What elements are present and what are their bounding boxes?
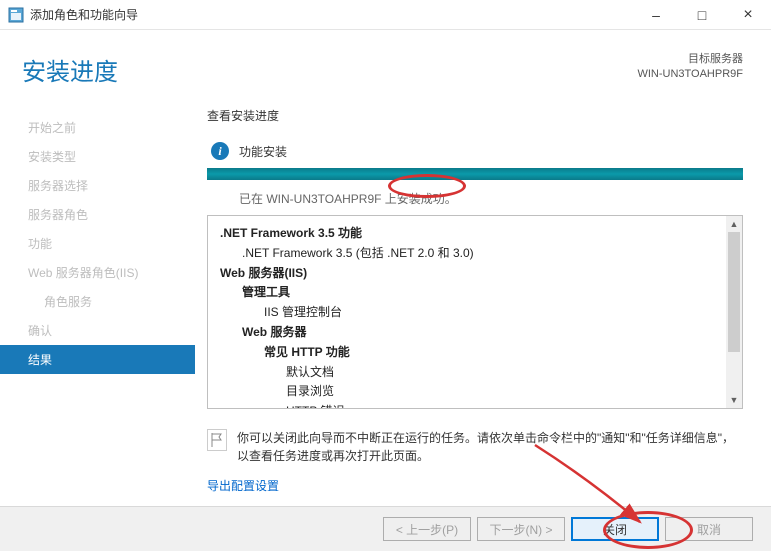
feature-item: .NET Framework 3.5 (包括 .NET 2.0 和 3.0) (220, 244, 730, 264)
feature-item: HTTP 错误 (220, 402, 730, 409)
wizard-steps: 开始之前安装类型服务器选择服务器角色功能Web 服务器角色(IIS)角色服务确认… (0, 95, 195, 495)
target-server-name: WIN-UN3TOAHPR9F (637, 67, 743, 82)
wizard-step: 服务器角色 (0, 200, 195, 229)
wizard-step: 开始之前 (0, 113, 195, 142)
install-status-text: 功能安装 (239, 143, 287, 160)
main-content: 查看安装进度 i 功能安装 已在 WIN-UN3TOAHPR9F 上安装成功。 … (195, 95, 771, 495)
wizard-step: 服务器选择 (0, 171, 195, 200)
window-controls: – □ × (633, 0, 771, 30)
wizard-step: 角色服务 (0, 287, 195, 316)
close-window-button[interactable]: × (725, 0, 771, 30)
progress-bar (207, 168, 743, 180)
header: 安装进度 目标服务器 WIN-UN3TOAHPR9F (0, 30, 771, 95)
minimize-button[interactable]: – (633, 0, 679, 30)
maximize-button[interactable]: □ (679, 0, 725, 30)
installed-features-list[interactable]: .NET Framework 3.5 功能.NET Framework 3.5 … (207, 215, 743, 409)
wizard-step: 结果 (0, 345, 195, 374)
app-icon (8, 7, 24, 23)
cancel-button: 取消 (665, 517, 753, 541)
scroll-thumb[interactable] (728, 232, 740, 352)
wizard-step: 确认 (0, 316, 195, 345)
wizard-step: Web 服务器角色(IIS) (0, 258, 195, 287)
feature-item: 默认文档 (220, 363, 730, 383)
scrollbar[interactable]: ▲ ▼ (726, 216, 742, 408)
status-row: i 功能安装 (207, 142, 743, 160)
note-text: 你可以关闭此向导而不中断正在运行的任务。请依次单击命令栏中的"通知"和"任务详细… (237, 429, 743, 465)
page-title: 安装进度 (22, 52, 637, 87)
titlebar: 添加角色和功能向导 – □ × (0, 0, 771, 30)
feature-item: 目录浏览 (220, 382, 730, 402)
feature-item: IIS 管理控制台 (220, 303, 730, 323)
footer-buttons: < 上一步(P) 下一步(N) > 关闭 取消 (0, 506, 771, 551)
flag-icon (207, 429, 227, 451)
window-title: 添加角色和功能向导 (30, 6, 633, 23)
target-server-label: 目标服务器 (637, 52, 743, 67)
info-icon: i (211, 142, 229, 160)
feature-item: 管理工具 (220, 283, 730, 303)
wizard-step: 功能 (0, 229, 195, 258)
target-server-block: 目标服务器 WIN-UN3TOAHPR9F (637, 52, 743, 83)
scroll-down-button[interactable]: ▼ (726, 392, 742, 408)
feature-item: Web 服务器 (220, 323, 730, 343)
close-button[interactable]: 关闭 (571, 517, 659, 541)
next-button: 下一步(N) > (477, 517, 565, 541)
wizard-step: 安装类型 (0, 142, 195, 171)
install-result-text: 已在 WIN-UN3TOAHPR9F 上安装成功。 (239, 190, 457, 207)
feature-item: .NET Framework 3.5 功能 (220, 224, 730, 244)
note-row: 你可以关闭此向导而不中断正在运行的任务。请依次单击命令栏中的"通知"和"任务详细… (207, 429, 743, 465)
feature-item: 常见 HTTP 功能 (220, 343, 730, 363)
export-config-link[interactable]: 导出配置设置 (207, 477, 279, 494)
previous-button: < 上一步(P) (383, 517, 471, 541)
scroll-up-button[interactable]: ▲ (726, 216, 742, 232)
section-heading: 查看安装进度 (207, 107, 743, 124)
feature-item: Web 服务器(IIS) (220, 264, 730, 284)
